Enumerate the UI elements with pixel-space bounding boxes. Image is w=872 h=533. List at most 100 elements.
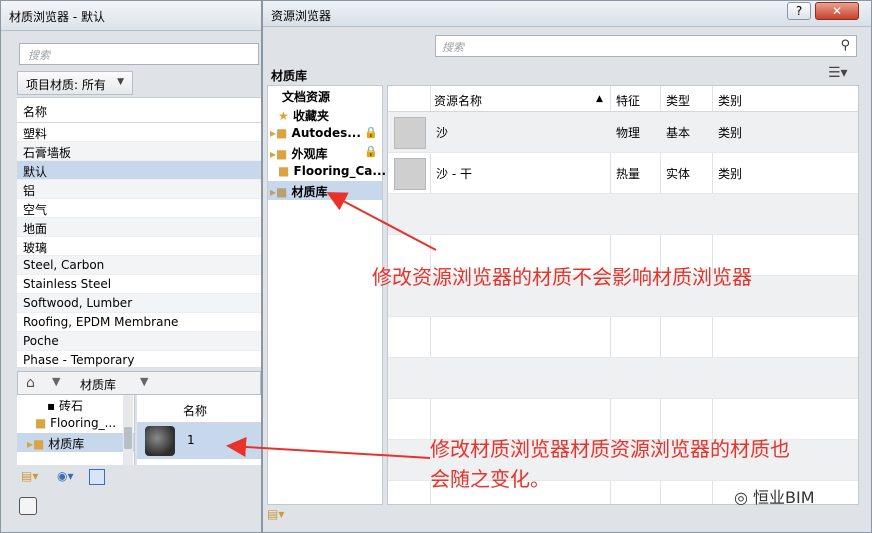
tree-item-flooring[interactable]: ■ Flooring_Ca... [268, 162, 386, 181]
asset-row[interactable]: 沙 - 干 热量 实体 类别 [388, 153, 858, 194]
material-row[interactable]: Poche [17, 332, 261, 351]
material-filter-dropdown[interactable]: 项目材质: 所有 ▼ [17, 71, 133, 95]
asset-type: 基本 [666, 126, 691, 140]
lock-icon: 🔒 [364, 126, 378, 139]
asset-row[interactable]: 沙 物理 基本 类别 [388, 112, 858, 153]
chevron-right-icon[interactable]: ▼ [140, 375, 148, 388]
material-row-selected[interactable]: 默认 [17, 161, 261, 180]
folder-icon: ▸■ [27, 437, 49, 451]
library-breadcrumb: ⌂ ▼ 材质库 ▼ [17, 371, 261, 395]
asset-feature: 热量 [616, 167, 641, 181]
asset-swatch [394, 158, 426, 190]
library-tree-item[interactable]: ▪ 砖石 [17, 395, 134, 414]
asset-feature: 物理 [616, 126, 641, 140]
material-row[interactable]: 玻璃 [17, 237, 261, 256]
material-row[interactable]: Phase - Temporary [17, 351, 261, 367]
column-header-category[interactable]: 类别 [718, 92, 742, 109]
asset-row-selected[interactable]: 1 [137, 423, 261, 459]
material-row[interactable]: Softwood, Lumber [17, 294, 261, 313]
sort-ascending-icon[interactable]: ▲ [596, 94, 603, 104]
material-search-input[interactable]: 搜索 [19, 43, 259, 65]
list-view-icon[interactable]: ☰▾ [828, 65, 848, 81]
material-row[interactable]: Roofing, EPDM Membrane [17, 313, 261, 332]
asset-category: 类别 [718, 126, 743, 140]
material-filter-label: 项目材质: 所有 [26, 78, 106, 92]
asset-category: 类别 [718, 167, 743, 181]
folder-icon: ▸■ [270, 147, 292, 161]
material-row[interactable]: 铝 [17, 180, 261, 199]
chevron-right-icon[interactable]: ▼ [52, 375, 60, 388]
folder-icon: ■ [35, 416, 51, 430]
tree-item-favorites[interactable]: ★ 收藏夹 [268, 105, 382, 124]
material-browser-title: 材质浏览器 - 默认 [1, 1, 261, 31]
tree-scrollbar[interactable] [123, 395, 133, 465]
asset-swatch [394, 117, 426, 149]
material-row[interactable]: 石膏墙板 [17, 142, 261, 161]
material-row[interactable]: Stainless Steel [17, 275, 261, 294]
empty-row [388, 358, 858, 399]
close-button[interactable]: ✕ [815, 2, 859, 20]
asset-library-tree: 文档资源 ★ 收藏夹 ▸■ Autodes... 🔒 ▸■ 外观库 🔒 ■ Floo… [267, 85, 386, 505]
toggle-panel-icon[interactable] [19, 497, 37, 515]
material-row[interactable]: Steel, Carbon [17, 256, 261, 275]
empty-row [388, 317, 858, 358]
wechat-icon: ◎ [734, 488, 754, 507]
annotation-note-1: 修改资源浏览器的材质不会影响材质浏览器 [372, 265, 752, 289]
empty-row [388, 194, 858, 235]
breadcrumb-library[interactable]: 材质库 [80, 376, 116, 393]
asset-type: 实体 [666, 167, 691, 181]
chevron-down-icon: ▼ [117, 77, 124, 87]
library-tree-item-selected[interactable]: ▸■ 材质库 [17, 433, 134, 452]
tree-item-autodesk[interactable]: ▸■ Autodes... 🔒 [268, 124, 382, 143]
column-header-feature[interactable]: 特征 [616, 92, 640, 109]
folder-icon: ■ [278, 164, 294, 178]
watermark-text: 恒业BIM [753, 488, 815, 507]
asset-name: 沙 - 干 [436, 167, 472, 181]
material-browser-window: 材质浏览器 - 默认 搜索 项目材质: 所有 ▼ 名称 塑料 石膏墙板 默认 铝… [0, 0, 262, 533]
material-row[interactable]: 塑料 [17, 123, 261, 142]
asset-name: 沙 [436, 126, 449, 140]
column-header-name[interactable]: 资源名称 [434, 92, 482, 109]
search-placeholder: 搜索 [442, 41, 464, 54]
library-tree-label: 砖石 [58, 399, 83, 413]
tree-label: 收藏夹 [292, 109, 329, 123]
asset-name: 1 [187, 433, 195, 447]
material-row[interactable]: 空气 [17, 199, 261, 218]
tree-label: 材质库 [291, 185, 328, 199]
material-row[interactable]: 地面 [17, 218, 261, 237]
library-options-icon[interactable]: ▤▾ [267, 507, 284, 521]
create-material-icon[interactable]: ◉▾ [57, 469, 74, 485]
lock-icon: 🔒 [364, 145, 378, 158]
scrollbar-thumb[interactable] [124, 427, 132, 449]
library-icon: ▪ [47, 399, 59, 413]
home-icon[interactable]: ⌂ [26, 375, 35, 391]
annotation-note-2-line1: 修改材质浏览器材质资源浏览器的材质也 [430, 437, 790, 461]
section-title: 材质库 [271, 69, 308, 83]
asset-search-input[interactable]: 搜索 ⚲ [435, 35, 857, 57]
library-tree: ▪ 砖石 ■ Flooring_... ▸■ 材质库 [17, 395, 135, 465]
tree-label: 外观库 [291, 147, 328, 161]
material-list-header[interactable]: 名称 [17, 98, 261, 123]
asset-browser-icon[interactable] [89, 469, 105, 485]
asset-browser-title: 资源浏览器 [263, 1, 871, 27]
library-tree-item[interactable]: ■ Flooring_... [17, 414, 134, 433]
tree-label: Autodes... [291, 126, 361, 140]
assets-header[interactable]: 名称 [137, 395, 261, 423]
empty-row [388, 399, 858, 440]
asset-bottom-toolbar: ▤▾ [267, 507, 307, 527]
help-button[interactable]: ? [787, 2, 811, 20]
tree-item-material-library-selected[interactable]: ▸■ 材质库 [268, 181, 382, 200]
star-icon: ★ [278, 109, 293, 123]
material-bottom-toolbar: ▤▾ ◉▾ [17, 465, 261, 489]
folder-icon: ▸■ [270, 126, 292, 140]
search-icon[interactable]: ⚲ [840, 38, 850, 53]
material-thumbnail [145, 426, 175, 456]
folder-icon: ▸■ [270, 185, 292, 199]
library-assets: 名称 1 [137, 395, 261, 465]
watermark: ◎ 恒业BIM [734, 484, 815, 508]
column-header-type[interactable]: 类型 [666, 92, 690, 109]
new-library-icon[interactable]: ▤▾ [21, 469, 38, 485]
tree-item-document-assets[interactable]: 文档资源 [268, 86, 382, 105]
material-list: 名称 塑料 石膏墙板 默认 铝 空气 地面 玻璃 Steel, Carbon S… [17, 97, 261, 367]
tree-item-appearance-library[interactable]: ▸■ 外观库 🔒 [268, 143, 382, 162]
